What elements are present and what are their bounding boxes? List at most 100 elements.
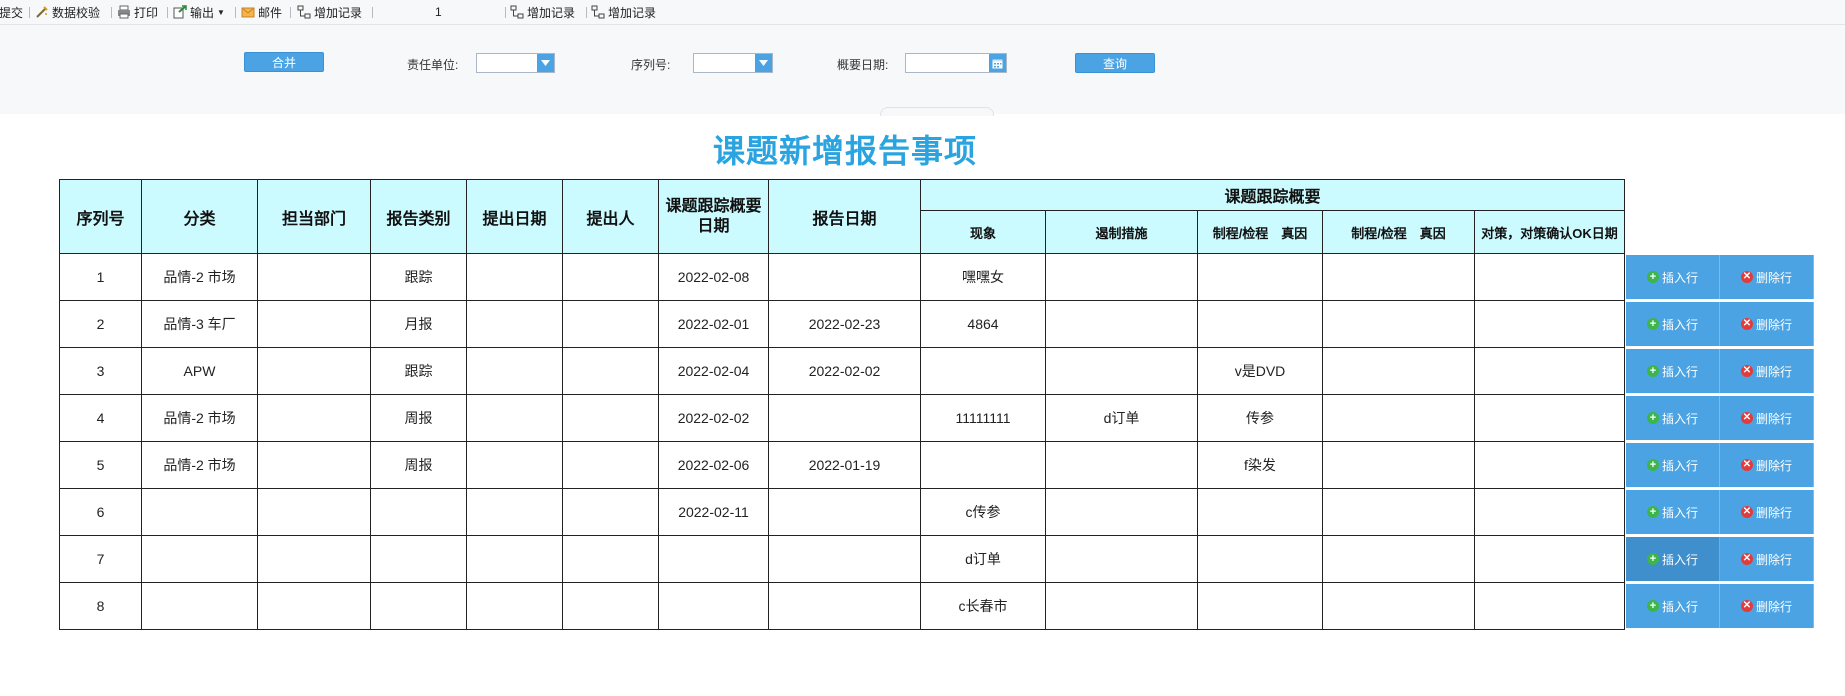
delete-row-button[interactable]: ✕ 删除行	[1720, 255, 1814, 299]
dropdown-arrow-icon[interactable]	[755, 54, 772, 72]
cell-report-type[interactable]: 周报	[370, 394, 467, 442]
cell-report-type[interactable]: 周报	[370, 441, 467, 489]
cell-phenomenon[interactable]: d订单	[920, 535, 1046, 583]
cell-report-type[interactable]	[370, 488, 467, 536]
mail-button[interactable]: 邮件	[241, 4, 282, 20]
cell-category[interactable]: 品情-2 市场	[141, 441, 258, 489]
cell-countermeasure[interactable]	[1474, 300, 1625, 348]
cell-countermeasure[interactable]	[1474, 347, 1625, 395]
cell-tracking-date[interactable]: 2022-02-01	[658, 300, 769, 348]
cell-phenomenon[interactable]: c传参	[920, 488, 1046, 536]
add-record-button-2[interactable]: 增加记录	[510, 4, 575, 20]
cell-report-date[interactable]	[768, 582, 921, 630]
cell-serial[interactable]: 4	[59, 394, 142, 442]
cell-report-date[interactable]	[768, 488, 921, 536]
cell-submitter[interactable]	[562, 394, 659, 442]
insert-row-button[interactable]: + 插入行	[1626, 537, 1720, 581]
cell-department[interactable]	[257, 582, 371, 630]
cell-phenomenon[interactable]: c长春市	[920, 582, 1046, 630]
dropdown-arrow-icon[interactable]	[537, 54, 554, 72]
delete-row-button[interactable]: ✕ 删除行	[1720, 584, 1814, 628]
cell-cause-1[interactable]: 传参	[1197, 394, 1323, 442]
delete-row-button[interactable]: ✕ 删除行	[1720, 537, 1814, 581]
cell-report-type[interactable]: 跟踪	[370, 347, 467, 395]
cell-category[interactable]	[141, 488, 258, 536]
cell-containment[interactable]: d订单	[1045, 394, 1198, 442]
insert-row-button[interactable]: + 插入行	[1626, 584, 1720, 628]
cell-cause-1[interactable]	[1197, 582, 1323, 630]
cell-containment[interactable]	[1045, 582, 1198, 630]
cell-report-date[interactable]	[768, 253, 921, 301]
insert-row-button[interactable]: + 插入行	[1626, 302, 1720, 346]
cell-submit-date[interactable]	[466, 488, 563, 536]
unit-select[interactable]	[476, 53, 555, 73]
cell-cause-2[interactable]	[1322, 394, 1475, 442]
delete-row-button[interactable]: ✕ 删除行	[1720, 396, 1814, 440]
cell-category[interactable]	[141, 582, 258, 630]
cell-containment[interactable]	[1045, 441, 1198, 489]
cell-tracking-date[interactable]: 2022-02-02	[658, 394, 769, 442]
cell-serial[interactable]: 3	[59, 347, 142, 395]
collapse-toggle[interactable]	[880, 107, 994, 116]
submit-button[interactable]: 提交	[0, 4, 23, 20]
cell-countermeasure[interactable]	[1474, 441, 1625, 489]
cell-department[interactable]	[257, 535, 371, 583]
cell-phenomenon[interactable]	[920, 441, 1046, 489]
cell-cause-2[interactable]	[1322, 347, 1475, 395]
serial-select[interactable]	[693, 53, 773, 73]
cell-containment[interactable]	[1045, 253, 1198, 301]
cell-submitter[interactable]	[562, 347, 659, 395]
cell-submit-date[interactable]	[466, 582, 563, 630]
cell-serial[interactable]: 7	[59, 535, 142, 583]
validate-button[interactable]: 数据校验	[35, 4, 100, 20]
print-button[interactable]: 打印	[117, 4, 158, 20]
cell-tracking-date[interactable]: 2022-02-11	[658, 488, 769, 536]
cell-cause-1[interactable]	[1197, 535, 1323, 583]
insert-row-button[interactable]: + 插入行	[1626, 490, 1720, 534]
cell-containment[interactable]	[1045, 535, 1198, 583]
cell-category[interactable]: APW	[141, 347, 258, 395]
insert-row-button[interactable]: + 插入行	[1626, 443, 1720, 487]
export-button[interactable]: 输出 ▼	[173, 4, 225, 20]
cell-report-type[interactable]	[370, 582, 467, 630]
cell-tracking-date[interactable]: 2022-02-04	[658, 347, 769, 395]
cell-containment[interactable]	[1045, 300, 1198, 348]
page-number[interactable]: 1	[435, 4, 442, 20]
search-button[interactable]: 查询	[1075, 53, 1155, 73]
cell-countermeasure[interactable]	[1474, 582, 1625, 630]
cell-phenomenon[interactable]: 嘿嘿女	[920, 253, 1046, 301]
cell-cause-2[interactable]	[1322, 582, 1475, 630]
cell-department[interactable]	[257, 394, 371, 442]
cell-submitter[interactable]	[562, 441, 659, 489]
cell-cause-1[interactable]: v是DVD	[1197, 347, 1323, 395]
cell-containment[interactable]	[1045, 347, 1198, 395]
cell-submitter[interactable]	[562, 582, 659, 630]
cell-cause-2[interactable]	[1322, 441, 1475, 489]
cell-submit-date[interactable]	[466, 535, 563, 583]
cell-category[interactable]	[141, 535, 258, 583]
cell-submitter[interactable]	[562, 488, 659, 536]
cell-tracking-date[interactable]: 2022-02-08	[658, 253, 769, 301]
cell-serial[interactable]: 2	[59, 300, 142, 348]
cell-submitter[interactable]	[562, 300, 659, 348]
cell-phenomenon[interactable]: 4864	[920, 300, 1046, 348]
add-record-button[interactable]: 增加记录	[297, 4, 362, 20]
cell-department[interactable]	[257, 347, 371, 395]
cell-countermeasure[interactable]	[1474, 488, 1625, 536]
cell-tracking-date[interactable]	[658, 582, 769, 630]
insert-row-button[interactable]: + 插入行	[1626, 349, 1720, 393]
cell-countermeasure[interactable]	[1474, 253, 1625, 301]
cell-report-date[interactable]: 2022-01-19	[768, 441, 921, 489]
cell-serial[interactable]: 5	[59, 441, 142, 489]
cell-cause-2[interactable]	[1322, 253, 1475, 301]
delete-row-button[interactable]: ✕ 删除行	[1720, 302, 1814, 346]
cell-submit-date[interactable]	[466, 394, 563, 442]
cell-submitter[interactable]	[562, 253, 659, 301]
cell-cause-2[interactable]	[1322, 535, 1475, 583]
date-field[interactable]	[905, 53, 1007, 73]
cell-countermeasure[interactable]	[1474, 535, 1625, 583]
cell-submit-date[interactable]	[466, 300, 563, 348]
cell-phenomenon[interactable]: 11111111	[920, 394, 1046, 442]
cell-category[interactable]: 品情-3 车厂	[141, 300, 258, 348]
cell-cause-2[interactable]	[1322, 488, 1475, 536]
